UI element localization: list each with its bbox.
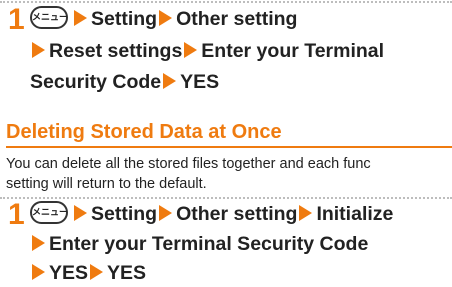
step-number: 1 xyxy=(8,3,25,36)
menu-path-other-setting: Other setting xyxy=(176,8,298,30)
arrow-icon xyxy=(32,41,45,58)
step-line-2: Reset settings Enter your Terminal xyxy=(30,39,384,64)
description-line-2: setting will return to the default. xyxy=(6,176,207,192)
menu-path-reset-settings: Reset settings xyxy=(49,40,183,62)
manual-page: 1 メニュー Setting Other setting Reset setting… xyxy=(0,0,452,287)
step-line-1: メニュー Setting Other setting xyxy=(30,6,298,32)
menu-path-yes: YES xyxy=(49,262,89,284)
section-title-underline xyxy=(6,146,452,148)
arrow-icon xyxy=(32,234,45,251)
section-title: Deleting Stored Data at Once xyxy=(6,121,282,143)
arrow-icon xyxy=(159,204,173,221)
arrow-icon xyxy=(90,263,104,280)
step-number: 1 xyxy=(8,198,25,231)
description-line-1: You can delete all the stored files toge… xyxy=(6,156,371,172)
menu-path-enter-code: Enter your Terminal xyxy=(201,40,385,62)
menu-path-setting: Setting xyxy=(91,203,158,225)
step-line-3: YES YES xyxy=(30,261,146,286)
arrow-icon xyxy=(74,204,87,221)
section-description: You can delete all the stored files toge… xyxy=(6,154,452,194)
menu-path-enter-code: Enter your Terminal Security Code xyxy=(49,233,369,255)
menu-key-icon: メニュー xyxy=(30,201,68,225)
step-line-2: Enter your Terminal Security Code xyxy=(30,232,368,257)
menu-path-security-code: Security Code xyxy=(30,71,162,93)
menu-path-initialize: Initialize xyxy=(316,203,394,225)
middle-dotted-divider xyxy=(0,197,452,199)
menu-path-yes-confirm: YES xyxy=(107,262,147,284)
menu-path-yes: YES xyxy=(180,71,220,93)
arrow-icon xyxy=(74,9,87,26)
top-dotted-divider xyxy=(0,1,452,3)
arrow-icon xyxy=(184,41,198,58)
arrow-icon xyxy=(163,72,177,89)
menu-path-setting: Setting xyxy=(91,8,158,30)
step-line-3: Security Code YES xyxy=(30,70,219,95)
menu-path-other-setting: Other setting xyxy=(176,203,298,225)
menu-key-icon: メニュー xyxy=(30,6,68,30)
arrow-icon xyxy=(32,263,45,280)
step-line-1: メニュー Setting Other setting Initialize xyxy=(30,201,394,227)
arrow-icon xyxy=(159,9,173,26)
arrow-icon xyxy=(299,204,313,221)
